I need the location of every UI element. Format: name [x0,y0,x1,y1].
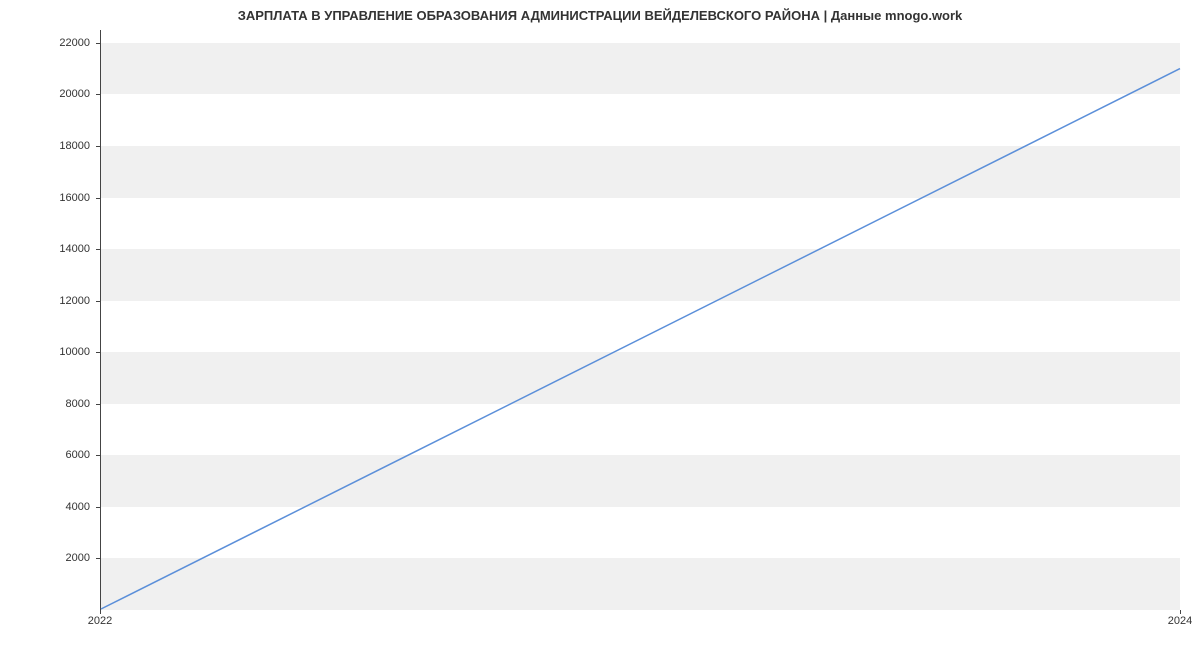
y-tick-mark [96,455,100,456]
y-tick-label: 22000 [40,37,90,49]
y-tick-label: 4000 [40,501,90,513]
line-series [101,30,1180,609]
plot-area [100,30,1180,610]
data-line [101,69,1180,609]
y-tick-label: 12000 [40,295,90,307]
y-tick-label: 6000 [40,449,90,461]
y-tick-label: 20000 [40,88,90,100]
y-tick-mark [96,558,100,559]
chart-container: ЗАРПЛАТА В УПРАВЛЕНИЕ ОБРАЗОВАНИЯ АДМИНИ… [0,0,1200,650]
y-tick-mark [96,198,100,199]
y-tick-label: 16000 [40,192,90,204]
y-tick-mark [96,43,100,44]
y-tick-label: 14000 [40,243,90,255]
y-tick-mark [96,146,100,147]
x-tick-mark [100,610,101,614]
y-tick-label: 10000 [40,346,90,358]
x-tick-label: 2024 [1168,615,1192,627]
chart-title: ЗАРПЛАТА В УПРАВЛЕНИЕ ОБРАЗОВАНИЯ АДМИНИ… [0,8,1200,23]
y-tick-label: 2000 [40,552,90,564]
y-tick-mark [96,507,100,508]
y-tick-mark [96,352,100,353]
y-tick-mark [96,94,100,95]
y-tick-mark [96,404,100,405]
y-tick-label: 18000 [40,140,90,152]
y-tick-mark [96,301,100,302]
y-tick-mark [96,249,100,250]
x-tick-mark [1180,610,1181,614]
y-tick-label: 8000 [40,398,90,410]
x-tick-label: 2022 [88,615,112,627]
